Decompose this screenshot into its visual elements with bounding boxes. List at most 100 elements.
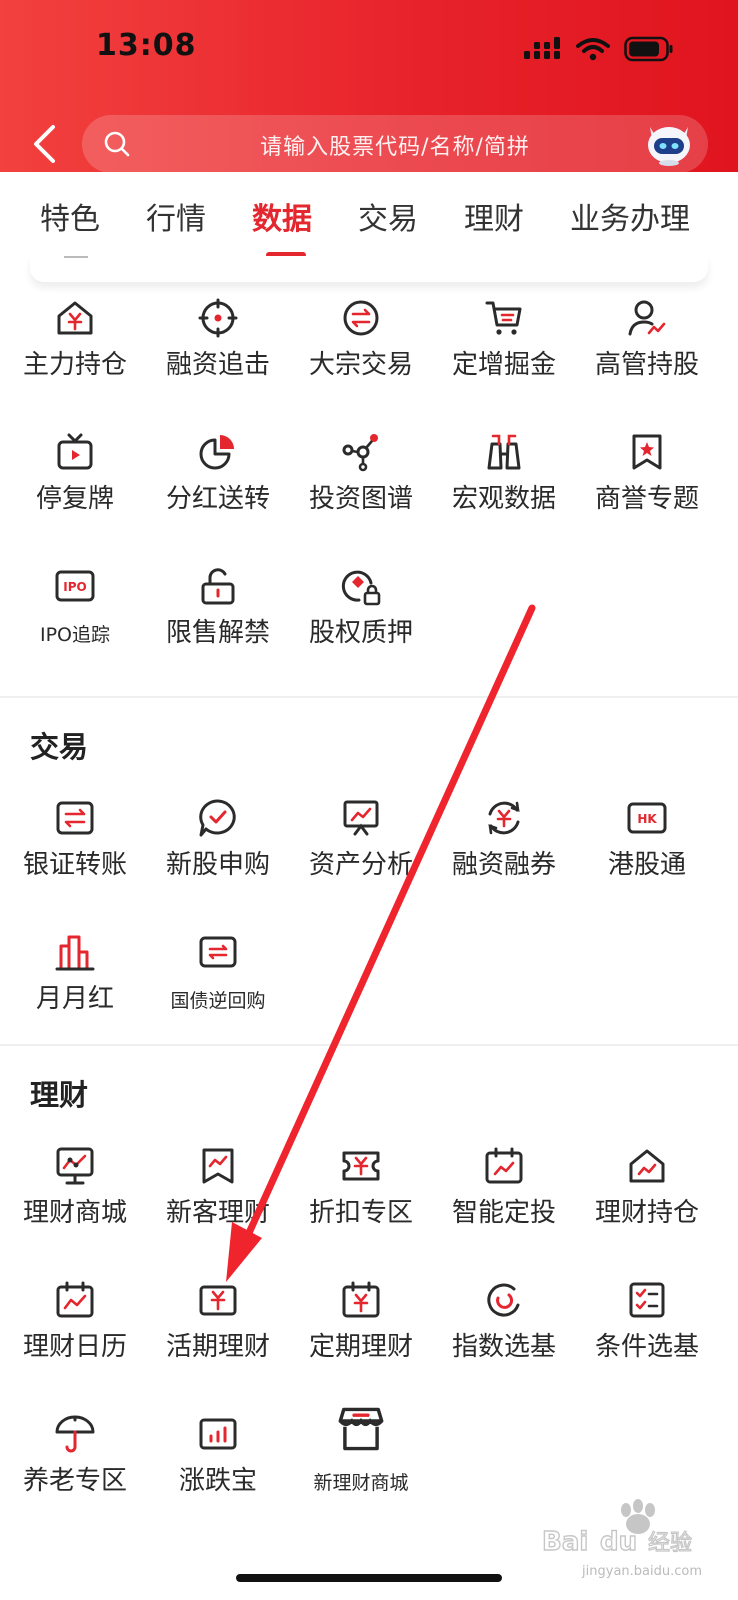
grid-item-demand-finance[interactable]: 活期理财 <box>145 1280 291 1400</box>
grid-item-ipo-subscribe[interactable]: 新股申购 <box>145 798 291 918</box>
house-yuan-icon <box>57 301 93 335</box>
grid-item-label: 国债逆回购 <box>170 990 266 1012</box>
checklist-icon <box>629 1282 665 1318</box>
grid-item-index-fund-picker[interactable]: 指数选基 <box>431 1280 577 1400</box>
grid-item-label: 条件选基 <box>594 1332 699 1362</box>
status-time: 13:08 <box>96 28 197 63</box>
calendar-chart-icon <box>56 1281 94 1318</box>
calendar-trend-icon <box>485 1147 523 1184</box>
grid-item-finance-holdings[interactable]: 理财持仓 <box>574 1146 720 1266</box>
grid-item-label: 投资图谱 <box>308 484 413 514</box>
bookmark-chart-icon <box>202 1148 234 1184</box>
tab-data[interactable]: 数据 <box>252 194 312 238</box>
grid-item-pension-zone[interactable]: 养老专区 <box>2 1414 148 1534</box>
grid-item-label: 融资融券 <box>451 850 556 880</box>
back-button[interactable] <box>24 122 64 166</box>
network-icon <box>342 434 378 472</box>
grid-item-goodwill[interactable]: 商誉专题 <box>574 432 720 552</box>
grid-item-block-trade[interactable]: 大宗交易 <box>288 298 434 418</box>
hk-icon: HK <box>627 802 667 834</box>
grid-item-bank-transfer[interactable]: 银证转账 <box>2 798 148 918</box>
grid-item-equity-pledge[interactable]: 股权质押 <box>288 566 434 686</box>
grid-item-margin-trading[interactable]: 融资融券 <box>431 798 577 918</box>
grid-item-margin-chase[interactable]: 融资追击 <box>145 298 291 418</box>
grid-item-label: 分红送转 <box>165 484 270 514</box>
svg-text:经验: 经验 <box>648 1531 692 1556</box>
cellular-signal-icon <box>524 37 560 59</box>
tab-finance[interactable]: 理财 <box>464 194 524 238</box>
grid-item-label: 新理财商城 <box>313 1472 409 1494</box>
status-icons <box>524 36 674 62</box>
small-bars-icon <box>199 1418 237 1450</box>
tab-business[interactable]: 业务办理 <box>570 194 690 238</box>
grid-item-main-holdings[interactable]: 主力持仓 <box>2 298 148 418</box>
grid-item-condition-fund-picker[interactable]: 条件选基 <box>574 1280 720 1400</box>
grid-item-ipo-tracking[interactable]: IPO IPO追踪 <box>2 566 148 686</box>
chat-check-icon <box>199 799 236 837</box>
grid-item-smart-investment[interactable]: 智能定投 <box>431 1146 577 1266</box>
presentation-icon <box>343 800 379 836</box>
grid-item-new-wealth-mall[interactable]: 新理财商城 <box>288 1407 434 1534</box>
grid-item-discount-zone[interactable]: 折扣专区 <box>288 1146 434 1266</box>
grid-item-label: 涨跌宝 <box>178 1466 257 1496</box>
svg-text:IPO: IPO <box>63 580 86 594</box>
grid-item-rise-fall-bao[interactable]: 涨跌宝 <box>145 1414 291 1534</box>
tab-trade[interactable]: 交易 <box>358 194 418 238</box>
grid-item-monthly-red[interactable]: 月月红 <box>2 932 148 1052</box>
grid-item-label: 融资追击 <box>165 350 270 380</box>
bookmark-star-icon <box>632 434 662 470</box>
grid-item-wealth-mall[interactable]: 理财商城 <box>2 1146 148 1266</box>
target-icon <box>198 298 238 338</box>
grid-item-label: 高管持股 <box>594 350 699 380</box>
grid-item-finance-calendar[interactable]: 理财日历 <box>2 1280 148 1400</box>
grid-item-reverse-repo[interactable]: 国债逆回购 <box>145 932 291 1052</box>
grid-item-label: 资产分析 <box>308 850 413 880</box>
swirl-icon <box>487 1283 520 1317</box>
section-title-trade: 交易 <box>30 730 89 764</box>
grid-item-lockup-expiry[interactable]: 限售解禁 <box>145 566 291 686</box>
grid-item-label: 限售解禁 <box>165 618 270 648</box>
chevron-left-icon <box>34 125 55 163</box>
header-bar: 13:08 请输入股票代码/名称/简拼 <box>0 0 738 173</box>
top-tab-bar: 特色 行情 数据 交易 理财 业务办理 <box>0 172 738 262</box>
search-placeholder: 请输入股票代码/名称/简拼 <box>260 135 530 160</box>
cart-icon <box>485 301 522 335</box>
coin-lock-icon <box>341 570 381 606</box>
umbrella-icon <box>55 1415 95 1453</box>
wifi-icon <box>576 38 610 61</box>
grid-item-label: 宏观数据 <box>451 484 556 514</box>
unlock-icon <box>201 568 235 605</box>
yuan-cycle-icon <box>488 801 520 835</box>
grid-item-label: 定期理财 <box>308 1332 413 1362</box>
grid-item-executive-holdings[interactable]: 高管持股 <box>574 298 720 418</box>
grid-item-macro-data[interactable]: 宏观数据 <box>431 432 577 552</box>
shop-icon <box>338 1407 384 1451</box>
grid-item-private-placement[interactable]: 定增掘金 <box>431 298 577 418</box>
watermark-url: jingyan.baidu.com <box>582 1564 702 1579</box>
grid-item-fixed-term-finance[interactable]: 定期理财 <box>288 1280 434 1400</box>
grid-item-label: 指数选基 <box>451 1332 556 1362</box>
svg-text:du: du <box>600 1527 637 1557</box>
previous-card-dash <box>64 256 88 258</box>
grid-item-asset-analysis[interactable]: 资产分析 <box>288 798 434 918</box>
search-input[interactable]: 请输入股票代码/名称/简拼 <box>82 115 708 173</box>
grid-item-new-customer-finance[interactable]: 新客理财 <box>145 1146 291 1266</box>
tab-market[interactable]: 行情 <box>146 194 206 238</box>
monitor-chart-icon <box>56 1147 94 1185</box>
home-indicator[interactable] <box>236 1574 502 1582</box>
grid-item-suspension[interactable]: 停复牌 <box>2 432 148 552</box>
svg-text:HK: HK <box>637 812 657 826</box>
bar-building-icon <box>55 935 95 971</box>
grid-item-investment-graph[interactable]: 投资图谱 <box>288 432 434 552</box>
binoculars-icon <box>487 434 521 470</box>
previous-card-edge <box>30 256 708 282</box>
robot-assistant-icon[interactable] <box>642 121 696 167</box>
grid-item-label: 定增掘金 <box>451 350 556 380</box>
section-title-finance: 理财 <box>30 1078 89 1112</box>
battery-icon <box>624 36 673 62</box>
tab-featured[interactable]: 特色 <box>40 194 100 238</box>
section-divider <box>0 1044 738 1046</box>
house-chart-icon <box>629 1149 665 1183</box>
grid-item-hk-connect[interactable]: HK 港股通 <box>574 798 720 918</box>
grid-item-dividend[interactable]: 分红送转 <box>145 432 291 552</box>
